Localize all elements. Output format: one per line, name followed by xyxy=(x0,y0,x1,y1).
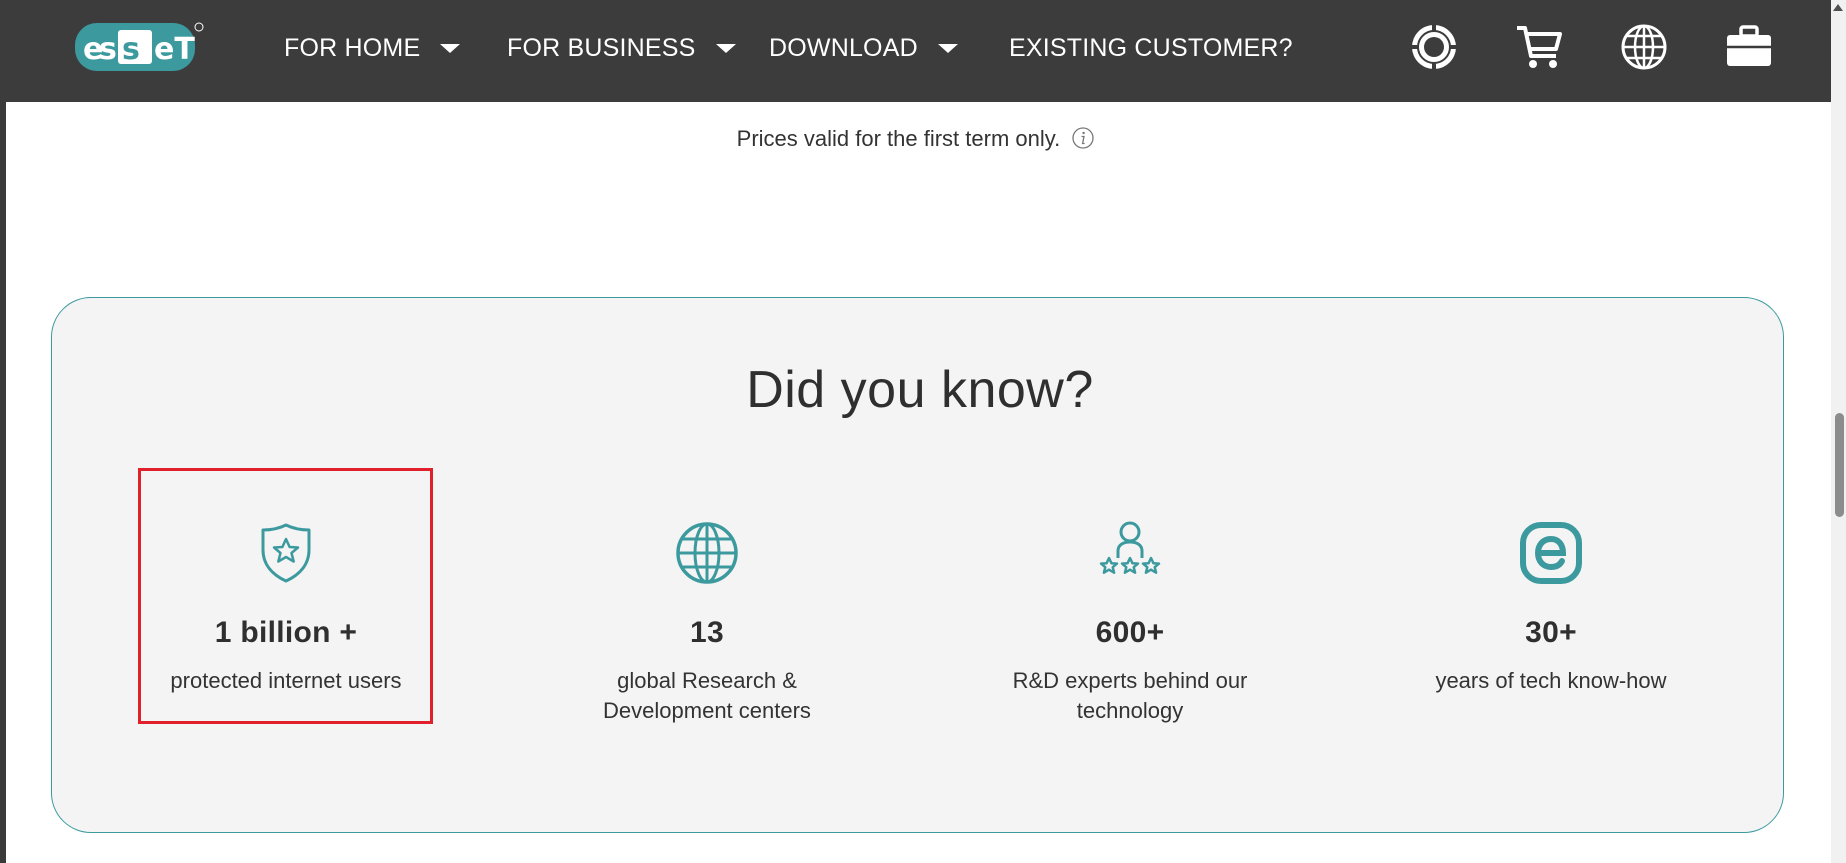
stat-label: global Research & Development centers xyxy=(603,668,811,723)
stat-label: years of tech know-how xyxy=(1435,668,1667,693)
svg-text:s: s xyxy=(122,32,140,67)
globe-icon[interactable] xyxy=(1619,22,1669,72)
chevron-down-icon xyxy=(937,43,958,53)
chevron-down-icon xyxy=(440,43,461,53)
stat-value: 30+ xyxy=(1525,616,1577,649)
experts-stars-icon xyxy=(1099,521,1161,574)
stat-label: R&D experts behind our technology xyxy=(1012,668,1248,723)
vertical-scrollbar[interactable] xyxy=(1831,0,1846,863)
chevron-down-icon xyxy=(715,43,736,53)
nav-for-home[interactable]: FOR HOME xyxy=(284,28,461,68)
price-note-text: Prices valid for the first term only. xyxy=(736,126,1061,151)
stat-tech-years: 30+ years of tech know-how xyxy=(1401,520,1701,696)
svg-text:s: s xyxy=(99,32,117,67)
scrollbar-thumb[interactable] xyxy=(1835,413,1844,517)
support-lifebuoy-icon[interactable] xyxy=(1409,22,1459,72)
nav-existing-customer[interactable]: EXISTING CUSTOMER? xyxy=(1009,28,1293,68)
nav-download-label: DOWNLOAD xyxy=(769,33,918,62)
price-validity-note: Prices valid for the first term only. xyxy=(0,126,1831,152)
stat-rd-experts: 600+ R&D experts behind our technology xyxy=(980,520,1280,726)
eset-logo[interactable]: e s s eT xyxy=(74,22,204,72)
nav-for-business[interactable]: FOR BUSINESS xyxy=(507,28,736,68)
nav-download[interactable]: DOWNLOAD xyxy=(769,28,958,68)
top-navbar: e s s eT FOR HOME FOR BUSINESS DOWNLOAD … xyxy=(0,0,1831,102)
stat-value: 600+ xyxy=(1095,616,1165,649)
stat-rd-centers: 13 global Research & Development centers xyxy=(557,520,857,726)
cart-icon[interactable] xyxy=(1514,22,1564,72)
highlight-annotation-box xyxy=(138,468,433,724)
briefcase-icon[interactable] xyxy=(1724,22,1774,72)
page: e s s eT FOR HOME FOR BUSINESS DOWNLOAD … xyxy=(0,0,1846,863)
scroll-up-icon[interactable] xyxy=(1833,4,1843,11)
nav-for-business-label: FOR BUSINESS xyxy=(507,33,696,62)
stat-value: 13 xyxy=(690,616,724,649)
info-icon[interactable] xyxy=(1072,127,1094,149)
eset-e-icon xyxy=(1520,522,1582,584)
nav-for-home-label: FOR HOME xyxy=(284,33,421,62)
globe-icon xyxy=(676,522,738,584)
svg-text:eT: eT xyxy=(154,32,195,67)
nav-existing-customer-label: EXISTING CUSTOMER? xyxy=(1009,33,1293,62)
did-you-know-title: Did you know? xyxy=(746,361,1094,419)
